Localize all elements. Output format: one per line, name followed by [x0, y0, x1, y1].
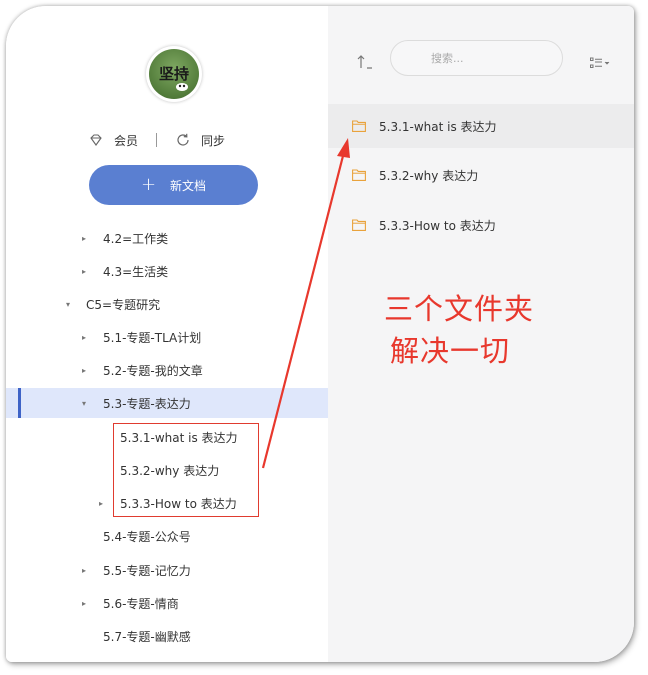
- diamond-icon[interactable]: [88, 132, 104, 148]
- collapse-arrow-icon[interactable]: ▸: [82, 267, 86, 276]
- tree-item[interactable]: ▸ 4.2=工作类: [6, 223, 328, 253]
- up-level-icon[interactable]: [356, 54, 374, 74]
- annotation-line-2: 解决一切: [390, 334, 511, 368]
- member-link[interactable]: 会员: [114, 132, 138, 149]
- divider: [156, 133, 158, 147]
- view-mode-icon[interactable]: [590, 54, 612, 73]
- tree-item-label: 5.2-专题-我的文章: [103, 363, 203, 378]
- tree-item-label: 5.1-专题-TLA计划: [103, 330, 202, 345]
- tree-item[interactable]: ▾ C5=专题研究: [6, 289, 328, 319]
- tree-item-label: C5=专题研究: [86, 297, 161, 312]
- expand-arrow-icon[interactable]: ▾: [82, 399, 86, 408]
- tree-item[interactable]: ▸ 5.5-专题-记忆力: [6, 555, 328, 585]
- tree-item-label: 5.5-专题-记忆力: [103, 563, 191, 578]
- tree-item[interactable]: ▸ 5.6-专题-情商: [6, 588, 328, 618]
- folder-name: 5.3.1-what is 表达力: [379, 119, 497, 134]
- highlight-box: [113, 423, 259, 517]
- collapse-arrow-icon[interactable]: ▸: [82, 333, 86, 342]
- tree-item-label: 5.3-专题-表达力: [103, 396, 191, 411]
- folder-name: 5.3.3-How to 表达力: [379, 218, 496, 233]
- search-input[interactable]: 搜索...: [390, 40, 563, 76]
- folder-row[interactable]: 5.3.1-what is 表达力: [328, 104, 634, 148]
- member-sync-row: 会员 同步: [88, 130, 225, 150]
- plus-icon: +: [140, 174, 157, 195]
- folder-icon: [352, 169, 366, 181]
- avatar-image: 坚持: [149, 49, 199, 99]
- search-placeholder: 搜索...: [431, 52, 464, 65]
- collapse-arrow-icon[interactable]: ▸: [99, 499, 103, 508]
- annotation-line-1: 三个文件夹: [384, 292, 535, 326]
- new-document-button[interactable]: + 新文档: [89, 165, 258, 205]
- tree-item-label: 4.2=工作类: [103, 231, 169, 246]
- app-window: 坚持 会员 同步 + 新文档 ▸ 4.2=工作类 ▸ 4.3=生活类 ▾ C5=专题研究 ▸…: [6, 6, 634, 662]
- collapse-arrow-icon[interactable]: ▸: [82, 599, 86, 608]
- collapse-arrow-icon[interactable]: ▸: [82, 566, 86, 575]
- tree-item[interactable]: 5.7-专题-幽默感: [6, 621, 328, 651]
- collapse-arrow-icon[interactable]: ▸: [82, 234, 86, 243]
- tree-item-label: 5.6-专题-情商: [103, 596, 179, 611]
- avatar[interactable]: 坚持: [146, 46, 202, 102]
- tree-item-label: 4.3=生活类: [103, 264, 169, 279]
- folder-name: 5.3.2-why 表达力: [379, 168, 479, 183]
- folder-row[interactable]: 5.3.2-why 表达力: [328, 153, 634, 197]
- tree-item[interactable]: 5.4-专题-公众号: [6, 521, 328, 551]
- tree-item[interactable]: ▾ 5.3-专题-表达力: [6, 388, 328, 418]
- new-document-label: 新文档: [170, 178, 207, 193]
- tree-item-label: 5.7-专题-幽默感: [103, 629, 191, 644]
- tree-item[interactable]: ▸ 5.2-专题-我的文章: [6, 355, 328, 385]
- folder-icon: [352, 120, 366, 132]
- collapse-arrow-icon[interactable]: ▸: [82, 366, 86, 375]
- expand-arrow-icon[interactable]: ▾: [66, 300, 70, 309]
- folder-row[interactable]: 5.3.3-How to 表达力: [328, 203, 634, 247]
- sync-icon[interactable]: [175, 132, 191, 148]
- sync-link[interactable]: 同步: [201, 132, 225, 149]
- tree-item[interactable]: ▸ 5.1-专题-TLA计划: [6, 322, 328, 352]
- tree-item[interactable]: ▸ 4.3=生活类: [6, 256, 328, 286]
- file-list-panel: 搜索... 5.3.1-what is 表达力 5.3.2-why 表达力 5.3.…: [328, 6, 634, 662]
- tree-item-label: 5.4-专题-公众号: [103, 529, 191, 544]
- sidebar: 坚持 会员 同步 + 新文档 ▸ 4.2=工作类 ▸ 4.3=生活类 ▾ C5=专题研究 ▸…: [6, 6, 328, 662]
- avatar-text: 坚持: [159, 65, 189, 83]
- folder-icon: [352, 219, 366, 231]
